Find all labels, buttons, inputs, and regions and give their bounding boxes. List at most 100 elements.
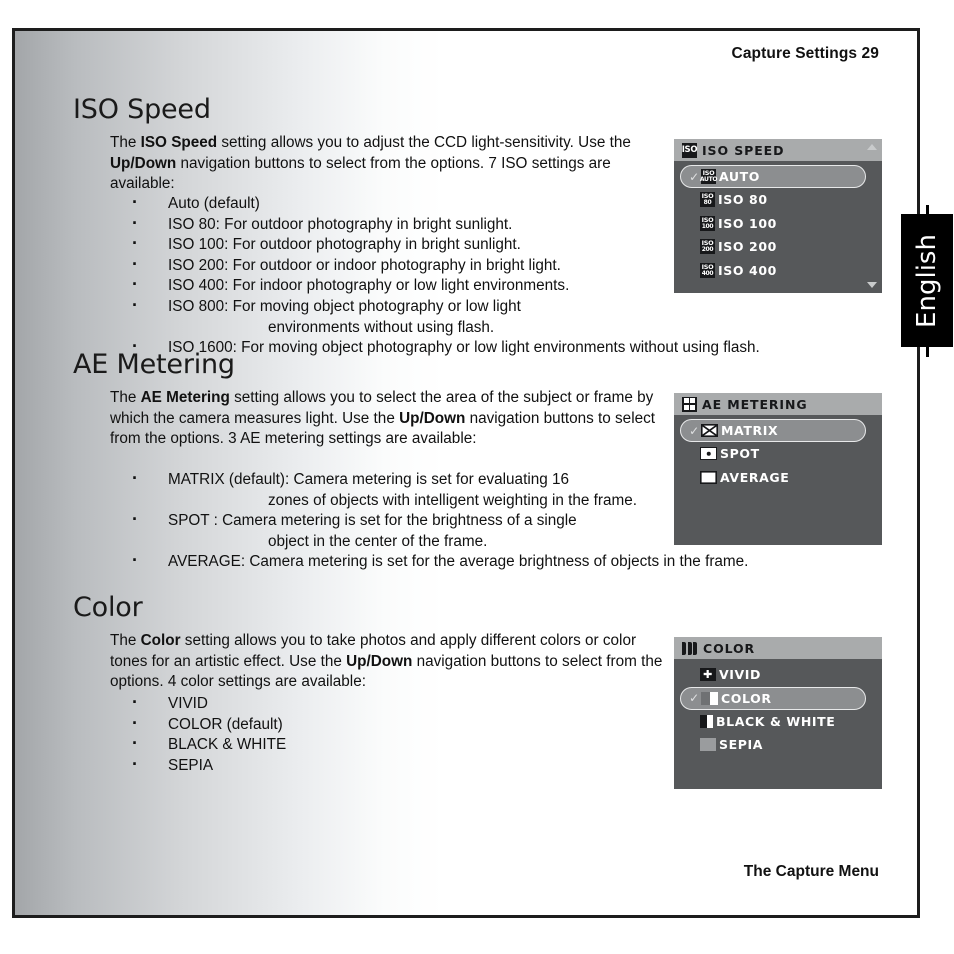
osd-option-color[interactable]: ✓ COLOR	[680, 686, 866, 710]
bw-half-box-icon	[700, 714, 713, 728]
bullet-text: VIVID	[168, 695, 208, 712]
osd-rows: ✓✚VIVID✓COLOR✓BLACK & WHITE✓SEPIA	[674, 659, 882, 757]
heading-ae-metering: AE Metering	[73, 349, 235, 380]
iso-auto-badge-icon: ISO AUTO	[699, 169, 718, 184]
four-square-grid-icon	[682, 396, 697, 412]
paragraph-run: setting allows you to adjust the CCD lig…	[217, 134, 631, 151]
check-placeholder-icon: ✓	[688, 738, 699, 752]
paragraph-color: The Color setting allows you to take pho…	[110, 631, 666, 693]
bullet-hang-text: environments without using flash.	[268, 318, 495, 336]
bullet-text: SPOT : Camera metering is set for the br…	[168, 512, 577, 530]
check-placeholder-icon: ✓	[688, 240, 699, 254]
bullet-text: BLACK & WHITE	[168, 736, 287, 754]
osd-option-spot[interactable]: ✓ SPOT	[674, 442, 882, 466]
osd-rows: ✓ MATRIX ✓ SPOT ✓ AVERAGE	[674, 415, 882, 489]
language-tab: English	[901, 205, 953, 357]
bullet-text: AVERAGE: Camera metering is set for the …	[168, 553, 749, 571]
osd-option-label: BLACK & WHITE	[716, 713, 836, 729]
check-placeholder-icon: ✓	[688, 668, 699, 682]
paragraph-run: The	[110, 134, 141, 151]
osd-option-label: VIVID	[719, 667, 762, 683]
osd-option-iso-100[interactable]: ✓ISO100ISO 100	[674, 212, 882, 236]
osd-option-label: SEPIA	[719, 737, 764, 753]
iso-badge-icon: ISO	[682, 142, 698, 158]
page-footer: The Capture Menu	[743, 863, 879, 880]
paragraph-run: The	[110, 389, 141, 406]
osd-option-label: ISO 400	[718, 262, 777, 278]
color-bars-icon	[682, 641, 698, 655]
heading-iso-speed: ISO Speed	[73, 94, 211, 125]
iso-400-badge-icon: ISO 400	[700, 262, 715, 278]
scroll-down-arrow-icon[interactable]	[867, 282, 877, 288]
osd-option-label: ISO 200	[718, 239, 777, 255]
osd-option-label: AVERAGE	[720, 469, 790, 485]
check-placeholder-icon: ✓	[688, 193, 699, 207]
osd-option-label: SPOT	[720, 446, 760, 462]
osd-option-label: ISO 100	[718, 215, 777, 231]
bullet-text: COLOR (default)	[168, 715, 283, 733]
osd-panel-color[interactable]: COLOR✓✚VIVID✓COLOR✓BLACK & WHITE✓SEPIA	[674, 637, 882, 789]
osd-rows: ✓ISOAUTOAUTO✓ISO80ISO 80✓ISO100ISO 100✓I…	[674, 161, 882, 282]
manual-page: Capture Settings 29 The Capture Menu ISO…	[12, 28, 920, 918]
osd-option-auto[interactable]: ✓ ISO AUTO AUTO	[680, 165, 866, 188]
iso-80-badge-icon: ISO 80	[700, 192, 715, 208]
osd-option-iso-400[interactable]: ✓ISO400ISO 400	[674, 259, 882, 283]
color-half-box-icon	[701, 691, 718, 705]
paragraph-run: The	[110, 632, 141, 649]
osd-option-label: AUTO	[719, 169, 760, 184]
bullet-text: ISO 400: For indoor photography or low l…	[168, 277, 570, 295]
average-half-box-icon	[700, 470, 717, 484]
osd-title-color: COLOR	[674, 637, 882, 659]
sepia-box-icon	[700, 738, 716, 752]
osd-title-ae-metering: AE METERING	[674, 393, 882, 415]
paragraph-run: ISO Speed	[140, 134, 218, 151]
language-tab-block: English	[901, 214, 953, 347]
check-icon: ✓	[689, 169, 700, 184]
osd-title-label: COLOR	[703, 640, 756, 656]
osd-option-iso-80[interactable]: ✓ISO80ISO 80	[674, 188, 882, 212]
bullet-text: ISO 1600: For moving object photography …	[168, 339, 760, 357]
check-icon: ✓	[689, 691, 700, 705]
spot-dot-box-icon	[700, 447, 717, 461]
iso-100-badge-icon: ISO 100	[700, 215, 715, 231]
osd-title-label: AE METERING	[702, 396, 808, 412]
osd-panel-iso-speed[interactable]: ISOISO SPEED✓ISOAUTOAUTO✓ISO80ISO 80✓ISO…	[674, 139, 882, 293]
osd-panel-ae-metering[interactable]: AE METERING✓MATRIX✓SPOT✓AVERAGE	[674, 393, 882, 545]
bullet-text: MATRIX (default): Camera metering is set…	[168, 471, 569, 488]
matrix-x-box-icon	[701, 424, 718, 437]
bullet-item: AVERAGE: Camera metering is set for the …	[110, 550, 900, 573]
paragraph-run: Up/Down	[110, 154, 177, 172]
vivid-plus-box-icon: ✚	[700, 668, 716, 682]
check-placeholder-icon: ✓	[688, 216, 699, 230]
paragraph-run: navigation buttons to select from the op…	[110, 154, 611, 193]
osd-option-iso-200[interactable]: ✓ISO200ISO 200	[674, 235, 882, 259]
paragraph-run: Color	[140, 632, 181, 649]
osd-option-black-white[interactable]: ✓ BLACK & WHITE	[674, 710, 882, 734]
osd-option-label: MATRIX	[721, 423, 779, 438]
paragraph-ae-metering: The AE Metering setting allows you to se…	[110, 388, 666, 450]
paragraph-run: AE Metering	[140, 389, 230, 406]
paragraph-run: Up/Down	[399, 409, 466, 427]
language-tab-label: English	[912, 233, 942, 328]
osd-title-label: ISO SPEED	[702, 142, 785, 158]
check-placeholder-icon: ✓	[688, 447, 699, 461]
bullet-text: ISO 200: For outdoor or indoor photograp…	[168, 256, 561, 274]
check-icon: ✓	[689, 423, 700, 438]
check-placeholder-icon: ✓	[688, 263, 699, 277]
page-header: Capture Settings 29	[731, 45, 879, 62]
check-placeholder-icon: ✓	[688, 714, 699, 728]
bullet-text: ISO 80: For outdoor photography in brigh…	[168, 215, 513, 233]
bullet-item: ISO 800: For moving object photography o…	[110, 295, 900, 338]
osd-option-sepia[interactable]: ✓ SEPIA	[674, 733, 882, 757]
paragraph-run: Up/Down	[346, 652, 413, 670]
bullet-text: SEPIA	[168, 756, 214, 774]
osd-option-vivid[interactable]: ✓✚VIVID	[674, 663, 882, 687]
osd-title-iso-speed: ISO ISO SPEED	[674, 139, 882, 161]
osd-option-average[interactable]: ✓ AVERAGE	[674, 466, 882, 490]
iso-200-badge-icon: ISO 200	[700, 239, 715, 255]
bullet-text: ISO 100: For outdoor photography in brig…	[168, 236, 521, 254]
scroll-up-arrow-icon[interactable]	[867, 144, 877, 150]
osd-option-label: ISO 80	[718, 192, 768, 208]
heading-color: Color	[73, 592, 143, 623]
osd-option-matrix[interactable]: ✓ MATRIX	[680, 419, 866, 442]
